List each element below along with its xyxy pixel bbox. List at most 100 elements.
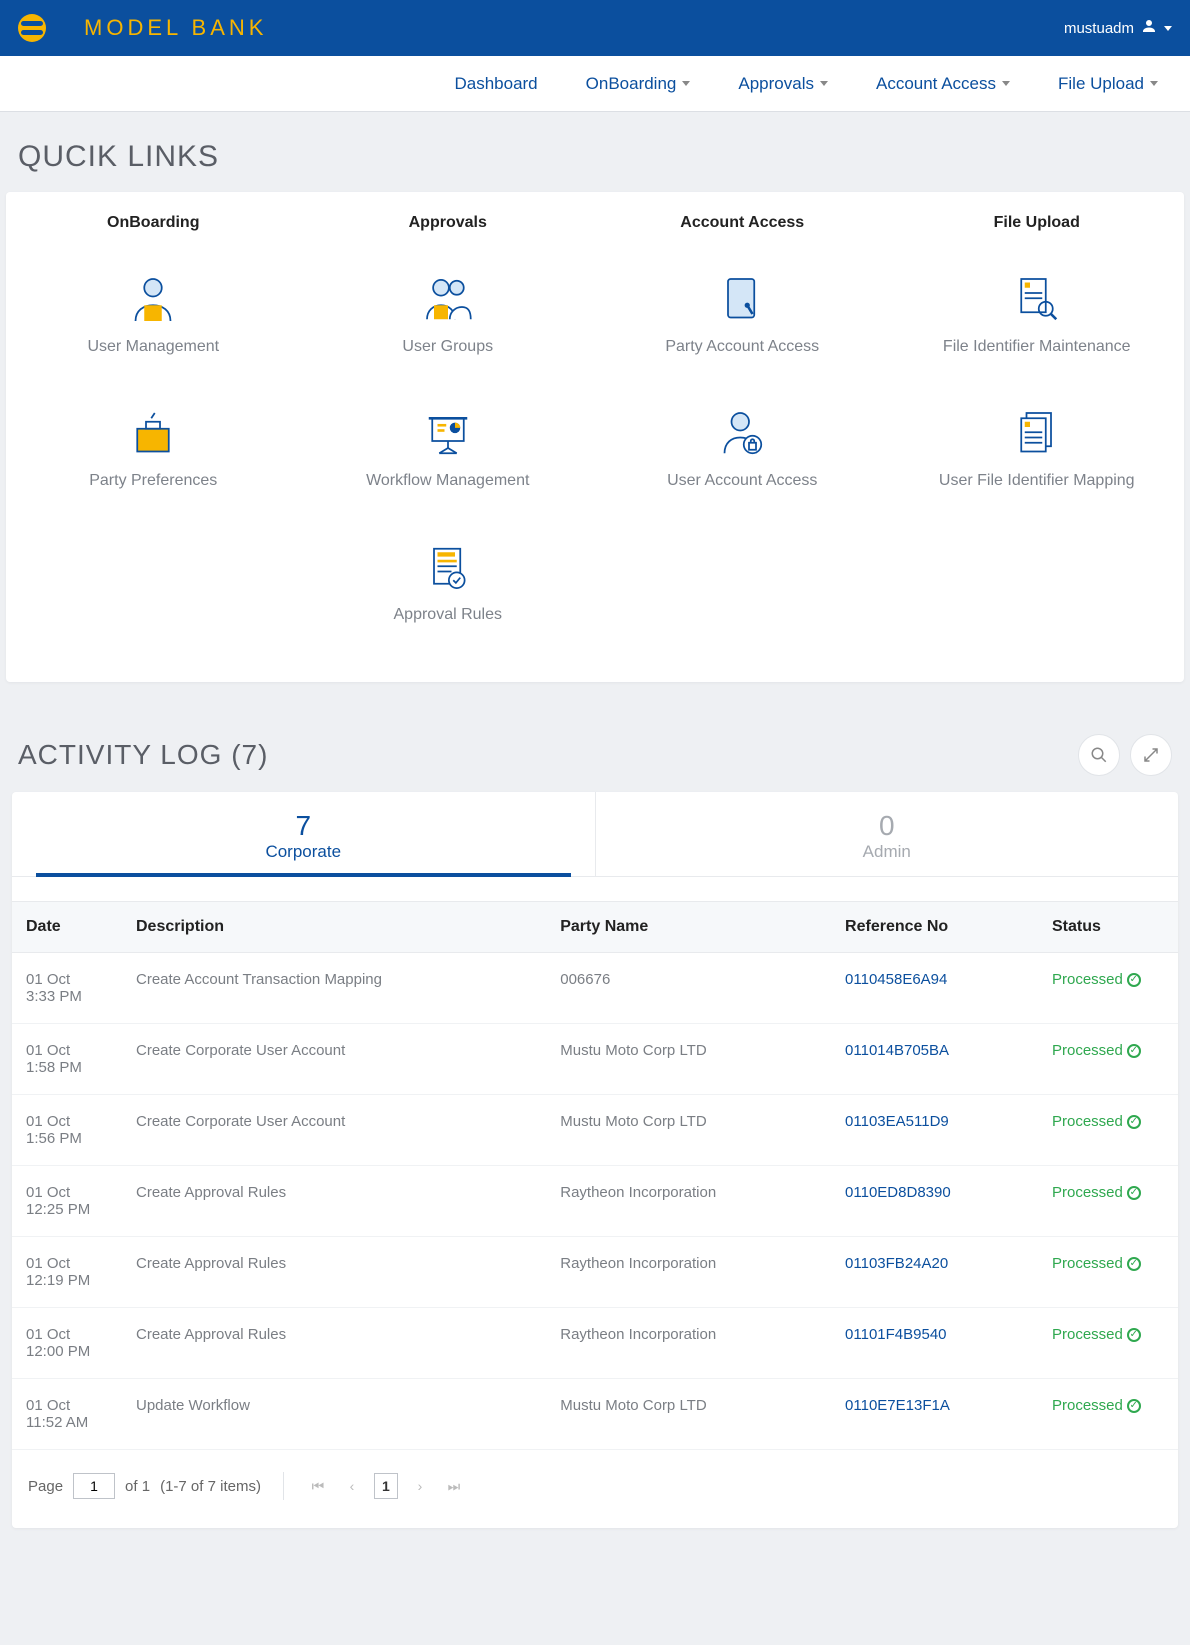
cell-reference-no[interactable]: 0110E7E13F1A — [831, 1379, 1038, 1450]
col-description: Description — [122, 902, 546, 953]
nav-account-access[interactable]: Account Access — [876, 74, 1010, 94]
page-next-button[interactable]: › — [408, 1473, 432, 1499]
chevron-down-icon — [1150, 81, 1158, 86]
cell-date: 01 Oct1:56 PM — [12, 1095, 122, 1166]
nav-label: OnBoarding — [586, 74, 677, 94]
cell-reference-no[interactable]: 01103FB24A20 — [831, 1237, 1038, 1308]
ql-party-preferences[interactable]: Party Preferences — [6, 386, 301, 520]
cell-reference-no[interactable]: 0110458E6A94 — [831, 953, 1038, 1024]
cell-date: 01 Oct3:33 PM — [12, 953, 122, 1024]
user-menu[interactable]: mustuadm — [1064, 17, 1172, 39]
page-summary: (1-7 of 7 items) — [160, 1478, 261, 1495]
person-lock-icon — [595, 404, 890, 464]
logo-icon — [18, 14, 46, 42]
page-of-label: of 1 — [125, 1478, 150, 1495]
nav-approvals[interactable]: Approvals — [738, 74, 828, 94]
presentation-chart-icon — [301, 404, 596, 464]
chevron-down-icon — [1002, 81, 1010, 86]
cell-reference-no[interactable]: 0110ED8D8390 — [831, 1166, 1038, 1237]
cell-status: Processed — [1038, 1308, 1178, 1379]
cell-status: Processed — [1038, 1024, 1178, 1095]
tab-count: 0 — [596, 810, 1179, 842]
col-reference-no: Reference No — [831, 902, 1038, 953]
cell-date: 01 Oct12:00 PM — [12, 1308, 122, 1379]
ql-user-groups[interactable]: User Groups — [301, 252, 596, 386]
ql-label: User Account Access — [595, 472, 890, 490]
table-row: 01 Oct12:25 PMCreate Approval RulesRayth… — [12, 1166, 1178, 1237]
search-icon — [1090, 746, 1108, 764]
activity-table: Date Description Party Name Reference No… — [12, 901, 1178, 1450]
ql-label: Party Account Access — [595, 338, 890, 356]
nav-onboarding[interactable]: OnBoarding — [586, 74, 691, 94]
brand-name: MODEL BANK — [84, 15, 267, 41]
tab-admin[interactable]: 0 Admin — [595, 792, 1179, 876]
col-party-name: Party Name — [546, 902, 831, 953]
documents-icon — [890, 404, 1185, 464]
cell-reference-no[interactable]: 01103EA511D9 — [831, 1095, 1038, 1166]
cell-status: Processed — [1038, 1095, 1178, 1166]
ql-label: Approval Rules — [301, 606, 596, 624]
table-row: 01 Oct3:33 PMCreate Account Transaction … — [12, 953, 1178, 1024]
ql-approval-rules[interactable]: Approval Rules — [301, 520, 596, 654]
cell-party-name: Mustu Moto Corp LTD — [546, 1379, 831, 1450]
nav-label: File Upload — [1058, 74, 1144, 94]
tablet-touch-icon — [595, 270, 890, 330]
check-circle-icon — [1127, 1186, 1141, 1200]
search-button[interactable] — [1078, 734, 1120, 776]
ql-user-account-access[interactable]: User Account Access — [595, 386, 890, 520]
pagination: Page of 1 (1-7 of 7 items) ⏮ ‹ 1 › ⏭ — [12, 1450, 1178, 1528]
chevron-down-icon — [682, 81, 690, 86]
tab-label: Admin — [596, 842, 1179, 862]
cell-description: Update Workflow — [122, 1379, 546, 1450]
cell-date: 01 Oct12:25 PM — [12, 1166, 122, 1237]
cell-party-name: Raytheon Incorporation — [546, 1237, 831, 1308]
people-icon — [301, 270, 596, 330]
expand-button[interactable] — [1130, 734, 1172, 776]
cell-party-name: Raytheon Incorporation — [546, 1166, 831, 1237]
cell-reference-no[interactable]: 011014B705BA — [831, 1024, 1038, 1095]
col-status: Status — [1038, 902, 1178, 953]
tab-label: Corporate — [12, 842, 595, 862]
page-last-button[interactable]: ⏭ — [442, 1473, 466, 1499]
ql-label: Party Preferences — [6, 472, 301, 490]
activity-tabs: 7 Corporate 0 Admin — [12, 792, 1178, 877]
cell-status: Processed — [1038, 1237, 1178, 1308]
ql-label: User File Identifier Mapping — [890, 472, 1185, 490]
nav-dashboard[interactable]: Dashboard — [454, 74, 537, 94]
cell-description: Create Approval Rules — [122, 1237, 546, 1308]
documents-search-icon — [890, 270, 1185, 330]
activity-log-title: ACTIVITY LOG (7) — [18, 739, 1068, 771]
cell-description: Create Account Transaction Mapping — [122, 953, 546, 1024]
ql-party-account-access[interactable]: Party Account Access — [595, 252, 890, 386]
nav-label: Approvals — [738, 74, 814, 94]
ql-head-account-access: Account Access — [595, 210, 890, 252]
ql-file-identifier-maintenance[interactable]: File Identifier Maintenance — [890, 252, 1185, 386]
check-circle-icon — [1127, 1115, 1141, 1129]
cell-party-name: Raytheon Incorporation — [546, 1308, 831, 1379]
page-first-button[interactable]: ⏮ — [306, 1473, 330, 1499]
person-icon — [6, 270, 301, 330]
ql-label: User Groups — [301, 338, 596, 356]
expand-icon — [1142, 746, 1160, 764]
page-prev-button[interactable]: ‹ — [340, 1473, 364, 1499]
username-label: mustuadm — [1064, 20, 1134, 37]
quick-links-card: OnBoarding Approvals Account Access File… — [6, 192, 1184, 682]
ql-head-file-upload: File Upload — [890, 210, 1185, 252]
document-check-icon — [301, 538, 596, 598]
ql-head-onboarding: OnBoarding — [6, 210, 301, 252]
nav-file-upload[interactable]: File Upload — [1058, 74, 1158, 94]
page-input[interactable] — [73, 1473, 115, 1499]
table-row: 01 Oct11:52 AMUpdate WorkflowMustu Moto … — [12, 1379, 1178, 1450]
ql-user-file-identifier-mapping[interactable]: User File Identifier Mapping — [890, 386, 1185, 520]
ql-user-management[interactable]: User Management — [6, 252, 301, 386]
cell-date: 01 Oct11:52 AM — [12, 1379, 122, 1450]
ql-workflow-management[interactable]: Workflow Management — [301, 386, 596, 520]
cell-reference-no[interactable]: 01101F4B9540 — [831, 1308, 1038, 1379]
cell-description: Create Corporate User Account — [122, 1095, 546, 1166]
cell-description: Create Approval Rules — [122, 1308, 546, 1379]
cell-date: 01 Oct12:19 PM — [12, 1237, 122, 1308]
page-number-button[interactable]: 1 — [374, 1473, 398, 1499]
cell-party-name: Mustu Moto Corp LTD — [546, 1095, 831, 1166]
tab-corporate[interactable]: 7 Corporate — [12, 792, 595, 876]
cell-date: 01 Oct1:58 PM — [12, 1024, 122, 1095]
